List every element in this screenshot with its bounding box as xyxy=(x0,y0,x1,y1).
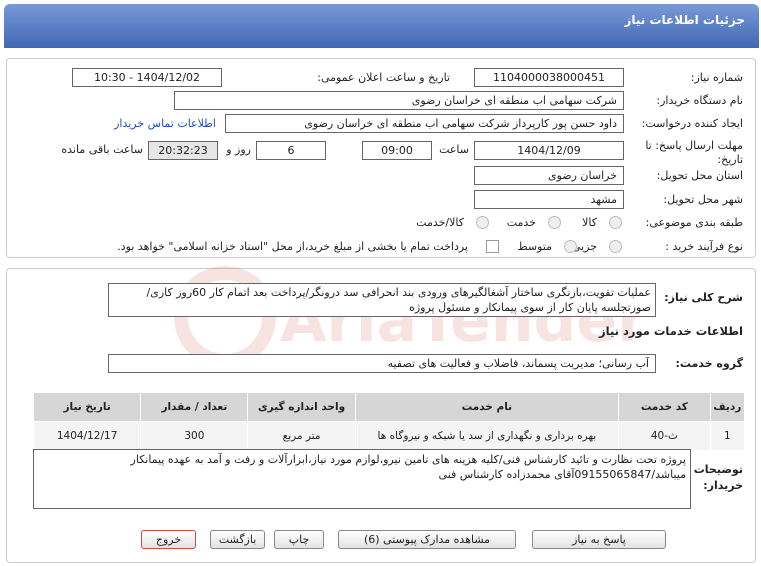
table-header-row: ردیف کد خدمت نام خدمت واحد اندازه گیری ت… xyxy=(32,392,746,422)
buyer-notes-label: توضیحات خریدار: xyxy=(693,463,743,492)
category-radio-goods[interactable] xyxy=(609,216,622,229)
creator-field: داود حسن پور کارپرداز شرکت سهامی اب منطق… xyxy=(225,114,624,133)
deadline-label: مهلت ارسال پاسخ: تا تاریخ: xyxy=(645,139,743,166)
col-header-quantity: تعداد / مقدار xyxy=(140,392,249,422)
category-radio-service[interactable] xyxy=(548,216,561,229)
process-radio-minor[interactable] xyxy=(609,240,622,253)
process-radio-medium[interactable] xyxy=(564,240,577,253)
col-header-need-date: تاریخ نیاز xyxy=(32,392,142,422)
back-button[interactable]: بازگشت xyxy=(210,530,265,549)
category-label: طبقه بندی موضوعی: xyxy=(645,216,743,229)
col-header-row-number: ردیف xyxy=(709,392,746,422)
buyer-notes-field: پروژه تحت نظارت و تائید کارشناس فنی/کلیه… xyxy=(33,449,691,509)
print-button[interactable]: چاپ xyxy=(274,530,324,549)
city-field: مشهد xyxy=(474,190,624,209)
services-table: ردیف کد خدمت نام خدمت واحد اندازه گیری ت… xyxy=(32,392,746,451)
buyer-org-label: نام دستگاه خریدار: xyxy=(656,94,743,107)
category-option-goods-service: کالا/خدمت xyxy=(416,216,464,229)
service-group-field: آب رسانی؛ مدیریت پسماند، فاضلاب و فعالیت… xyxy=(108,354,656,373)
reply-button[interactable]: پاسخ به نیاز xyxy=(532,530,666,549)
days-remaining-field: 6 xyxy=(256,141,326,160)
deadline-date-field: 1404/12/09 xyxy=(474,141,624,160)
description-field: عملیات تقویت،بازنگری ساختار آشغالگیرهای … xyxy=(108,283,656,317)
city-label: شهر محل تحویل: xyxy=(663,193,743,206)
deadline-time-field: 09:00 xyxy=(362,141,432,160)
deadline-time-label: ساعت xyxy=(439,143,469,156)
need-number-field: 1104000038000451 xyxy=(474,68,624,87)
page-header: جزئیات اطلاعات نیاز xyxy=(4,4,759,48)
col-header-service-code: کد خدمت xyxy=(618,392,711,422)
announce-datetime-label: تاریخ و ساعت اعلان عمومی: xyxy=(317,71,450,84)
services-info-heading: اطلاعات خدمات مورد نیاز xyxy=(599,324,743,338)
cell-unit: متر مربع xyxy=(247,421,356,451)
cell-service-code: ث-40 xyxy=(618,421,711,451)
col-header-unit: واحد اندازه گیری xyxy=(247,392,356,422)
announce-datetime-field: 1404/12/02 - 10:30 xyxy=(72,68,222,87)
buyer-org-field: شرکت سهامی اب منطقه ای خراسان رضوی xyxy=(174,91,624,110)
creator-label: ایجاد کننده درخواست: xyxy=(641,117,743,130)
cell-need-date: 1404/12/17 xyxy=(32,421,142,451)
category-option-service: خدمت xyxy=(506,216,536,229)
cell-row-number: 1 xyxy=(709,421,746,451)
category-radio-goods-service[interactable] xyxy=(476,216,489,229)
days-label: روز و xyxy=(226,143,251,156)
page-title: جزئیات اطلاعات نیاز xyxy=(624,13,745,27)
need-number-label: شماره نیاز: xyxy=(690,71,743,84)
treasury-checkbox[interactable] xyxy=(486,240,499,253)
cell-service-name: بهره برداری و نگهداری از سد یا شبکه و نی… xyxy=(354,421,620,451)
province-field: خراسان رضوی xyxy=(474,166,624,185)
process-option-medium: متوسط xyxy=(517,240,552,253)
category-option-goods: کالا xyxy=(582,216,597,229)
col-header-service-name: نام خدمت xyxy=(354,392,620,422)
exit-button[interactable]: خروج xyxy=(141,530,196,549)
description-label: شرح کلی نیاز: xyxy=(664,291,743,304)
table-row: 1 ث-40 بهره برداری و نگهداری از سد یا شب… xyxy=(32,421,746,451)
treasury-note: پرداخت تمام یا بخشی از مبلغ خرید،از محل … xyxy=(117,240,468,253)
province-label: استان محل تحویل: xyxy=(656,169,743,182)
buyer-contact-link[interactable]: اطلاعات تماس خریدار xyxy=(114,117,216,130)
remaining-label: ساعت باقی مانده xyxy=(61,143,143,156)
process-label: نوع فرآیند خرید : xyxy=(665,240,743,253)
service-group-label: گروه خدمت: xyxy=(675,357,743,370)
cell-quantity: 300 xyxy=(140,421,249,451)
view-attachments-button[interactable]: مشاهده مدارک پیوستی (6) xyxy=(338,530,516,549)
remaining-time-field: 20:32:23 xyxy=(148,141,218,160)
